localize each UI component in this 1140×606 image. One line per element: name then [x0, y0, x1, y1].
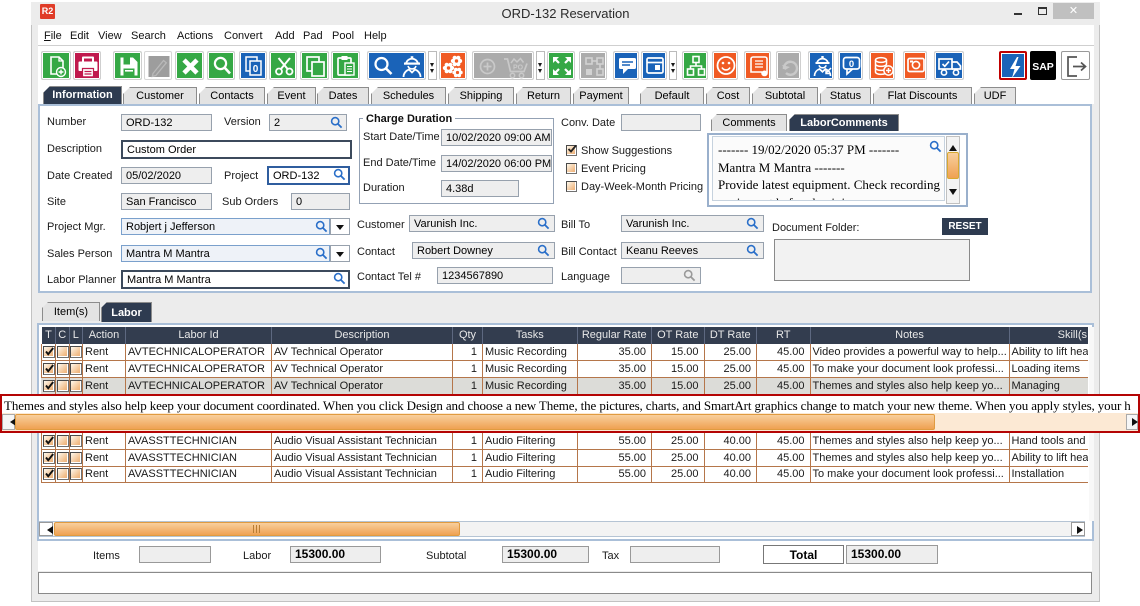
svg-text:0: 0: [849, 59, 854, 70]
svg-text:SAP: SAP: [1032, 61, 1054, 73]
svg-text:PO: PO: [513, 65, 524, 72]
svg-text:0: 0: [253, 64, 259, 75]
